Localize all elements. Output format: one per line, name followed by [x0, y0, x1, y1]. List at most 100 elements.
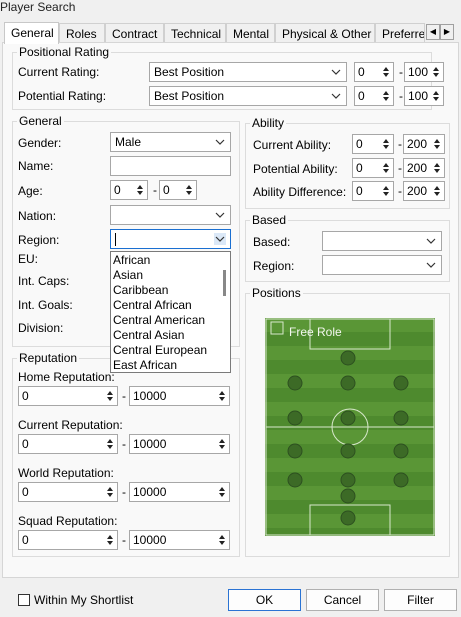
world-reputation-min-spin[interactable]: 0 — [18, 482, 118, 502]
tab-scroll-right-icon[interactable]: ▶ — [440, 24, 454, 40]
spin-arrows-icon[interactable] — [216, 532, 228, 548]
general-title: General — [17, 114, 64, 128]
tab-roles[interactable]: Roles — [59, 23, 105, 43]
dropdown-option[interactable]: Caribbean — [113, 283, 168, 298]
reputation-title: Reputation — [17, 351, 80, 365]
current-ability-min-spin[interactable]: 0 — [352, 134, 394, 154]
position-slot[interactable] — [393, 472, 409, 488]
position-slot[interactable] — [287, 375, 303, 391]
world-reputation-max-spin[interactable]: 10000 — [129, 482, 230, 502]
home-reputation-max-spin[interactable]: 10000 — [129, 386, 230, 406]
potential-ability-min-spin[interactable]: 0 — [352, 158, 394, 178]
position-slot[interactable] — [340, 488, 356, 504]
current-ability-max-spin[interactable]: 200 — [403, 134, 445, 154]
chevron-down-icon — [214, 233, 226, 245]
potential-ability-max-spin[interactable]: 200 — [403, 158, 445, 178]
home-reputation-min-spin[interactable]: 0 — [18, 386, 118, 406]
dropdown-option[interactable]: Central European — [113, 343, 207, 358]
spin-arrows-icon[interactable] — [104, 484, 116, 500]
potential-rating-combo[interactable]: Best Position — [149, 86, 347, 106]
name-label: Name: — [18, 159, 54, 173]
spin-arrows-icon[interactable] — [431, 136, 443, 152]
spin-arrows-icon[interactable] — [380, 136, 392, 152]
spin-arrows-icon[interactable] — [216, 388, 228, 404]
spin-arrows-icon[interactable] — [430, 88, 442, 104]
cancel-button[interactable]: Cancel — [306, 589, 379, 611]
spin-arrows-icon[interactable] — [216, 484, 228, 500]
potential-rating-label: Potential Rating: — [18, 89, 107, 103]
range-dash: - — [122, 389, 126, 403]
tab-preferred[interactable]: Preferre — [375, 23, 425, 43]
tab-physical-other[interactable]: Physical & Other — [275, 23, 375, 43]
squad-reputation-min-spin[interactable]: 0 — [18, 530, 118, 550]
ability-difference-min-value: 0 — [356, 184, 363, 198]
spin-arrows-icon[interactable] — [431, 160, 443, 176]
nation-combo[interactable] — [110, 205, 231, 225]
based-region-combo[interactable] — [322, 255, 442, 275]
dropdown-option[interactable]: Central African — [113, 298, 192, 313]
position-slot[interactable] — [393, 410, 409, 426]
gender-combo[interactable]: Male — [110, 132, 231, 152]
spin-arrows-icon[interactable] — [380, 64, 392, 80]
current-rating-max-spin[interactable]: 100 — [404, 62, 444, 82]
based-label: Based: — [253, 235, 291, 249]
position-slot[interactable] — [287, 443, 303, 459]
age-max-spin[interactable]: 0 — [159, 180, 197, 200]
positions-pitch[interactable]: Free Role — [265, 318, 435, 536]
spin-arrows-icon[interactable] — [431, 183, 443, 199]
ability-difference-label: Ability Difference: — [253, 185, 347, 199]
squad-reputation-max-spin[interactable]: 10000 — [129, 530, 230, 550]
spin-arrows-icon[interactable] — [183, 182, 195, 198]
age-min-spin[interactable]: 0 — [110, 180, 148, 200]
position-slot[interactable] — [340, 443, 356, 459]
tab-technical[interactable]: Technical — [164, 23, 226, 43]
dropdown-option[interactable]: African — [113, 253, 150, 268]
dropdown-option[interactable]: Asian — [113, 268, 143, 283]
tab-scroll-left-icon[interactable]: ◀ — [426, 24, 440, 40]
position-slot[interactable] — [287, 472, 303, 488]
name-input[interactable] — [110, 156, 231, 176]
gender-value: Male — [115, 135, 142, 149]
position-slot[interactable] — [393, 443, 409, 459]
spin-arrows-icon[interactable] — [104, 436, 116, 452]
region-combo[interactable] — [110, 229, 231, 249]
position-slot[interactable] — [393, 375, 409, 391]
spin-arrows-icon[interactable] — [104, 532, 116, 548]
current-rating-combo[interactable]: Best Position — [149, 62, 347, 82]
region-dropdown-list[interactable]: African Asian Caribbean Central African … — [110, 251, 231, 373]
spin-arrows-icon[interactable] — [216, 436, 228, 452]
dropdown-option[interactable]: Central Asian — [113, 328, 184, 343]
tab-mental[interactable]: Mental — [226, 23, 275, 43]
filter-button[interactable]: Filter — [384, 589, 457, 611]
spin-arrows-icon[interactable] — [380, 160, 392, 176]
current-reputation-label: Current Reputation: — [18, 418, 123, 432]
position-slot[interactable] — [340, 510, 356, 526]
dropdown-option[interactable]: East African — [113, 358, 177, 372]
within-shortlist-checkbox[interactable] — [18, 594, 30, 606]
spin-arrows-icon[interactable] — [380, 88, 392, 104]
current-reputation-max-spin[interactable]: 10000 — [129, 434, 230, 454]
potential-rating-min-spin[interactable]: 0 — [354, 86, 394, 106]
spin-arrows-icon[interactable] — [104, 388, 116, 404]
potential-rating-max-value: 100 — [408, 89, 429, 103]
ability-difference-max-spin[interactable]: 200 — [403, 181, 445, 201]
position-slot[interactable] — [340, 350, 356, 366]
tab-general[interactable]: General — [4, 22, 59, 44]
ability-difference-min-spin[interactable]: 0 — [352, 181, 394, 201]
position-slot[interactable] — [340, 410, 356, 426]
based-combo[interactable] — [322, 231, 442, 251]
dropdown-option[interactable]: Central American — [113, 313, 205, 328]
position-slot[interactable] — [340, 472, 356, 488]
current-reputation-min-spin[interactable]: 0 — [18, 434, 118, 454]
current-rating-min-spin[interactable]: 0 — [354, 62, 394, 82]
ok-button[interactable]: OK — [228, 589, 301, 611]
spin-arrows-icon[interactable] — [134, 182, 146, 198]
spin-arrows-icon[interactable] — [380, 183, 392, 199]
tab-contract[interactable]: Contract — [105, 23, 164, 43]
spin-arrows-icon[interactable] — [430, 64, 442, 80]
potential-rating-max-spin[interactable]: 100 — [404, 86, 444, 106]
window-title: Player Search — [0, 0, 76, 14]
dropdown-scroll-thumb[interactable] — [223, 270, 226, 296]
position-slot[interactable] — [340, 375, 356, 391]
position-slot[interactable] — [287, 410, 303, 426]
